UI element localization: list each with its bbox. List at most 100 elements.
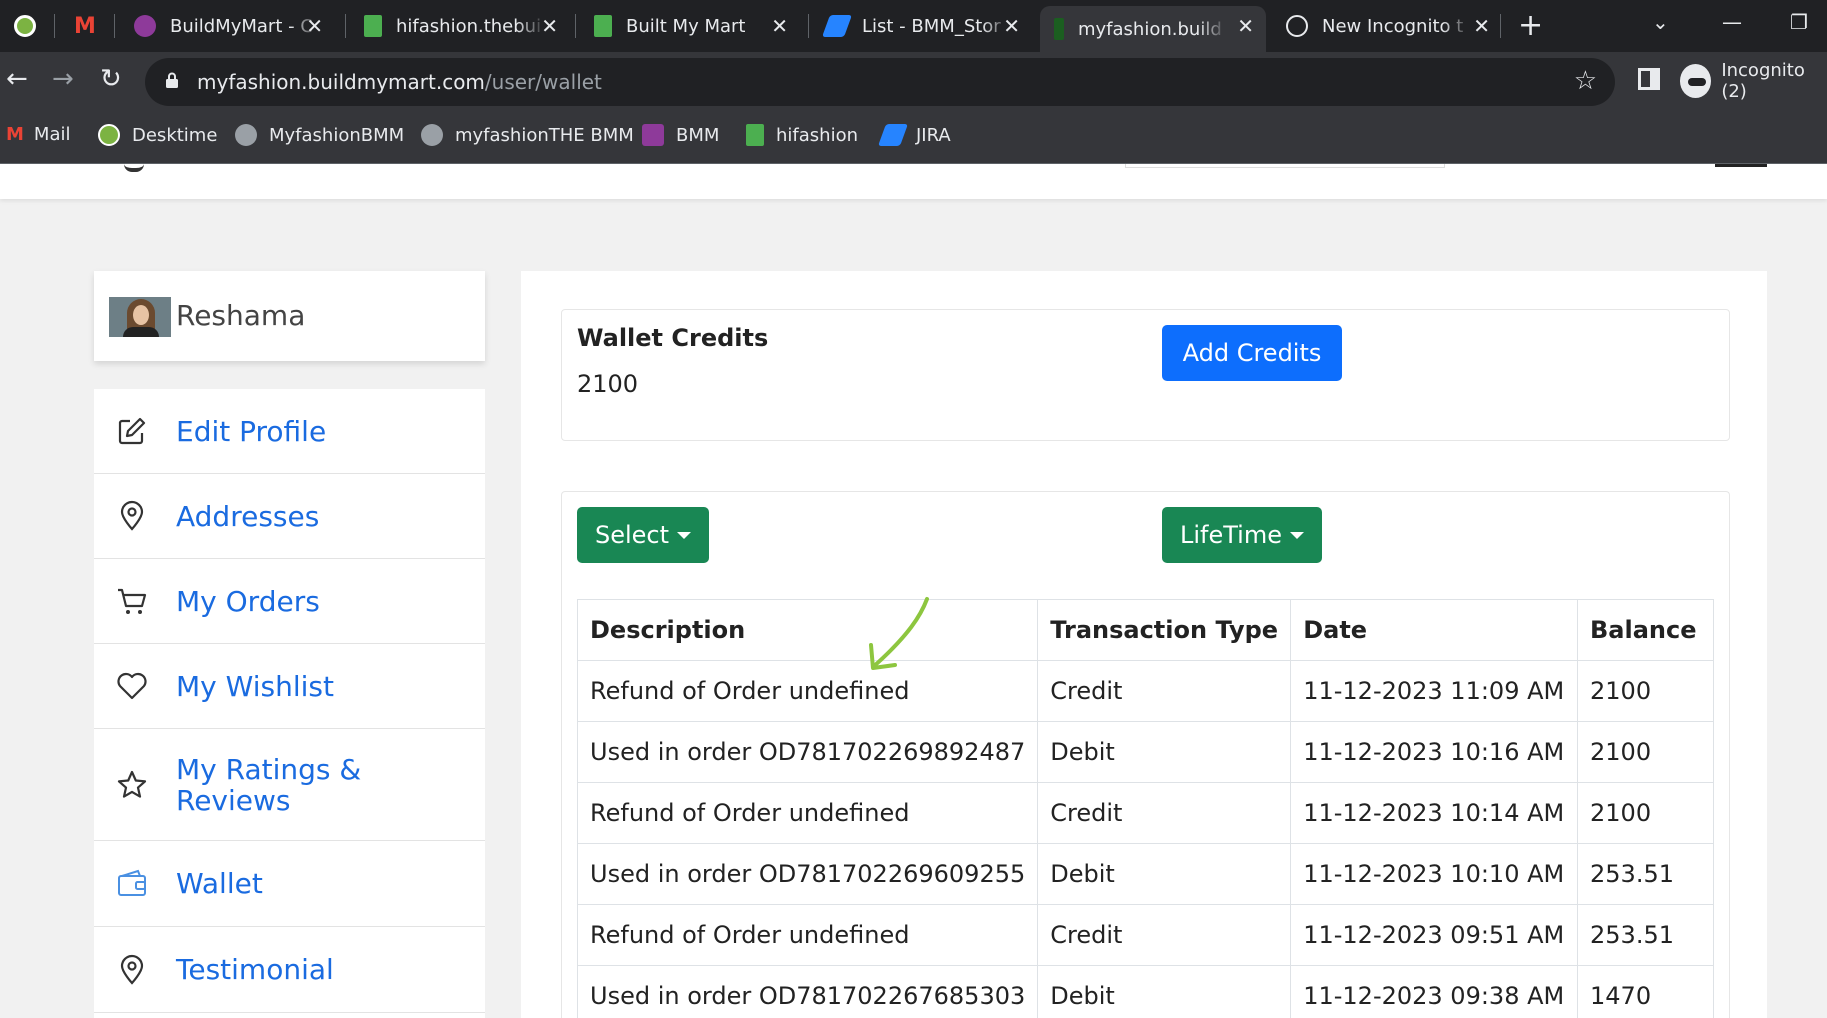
tab-separator bbox=[575, 14, 576, 38]
tab-built-my-mart[interactable]: Built My Mart ✕ bbox=[580, 6, 800, 46]
tab-buildmymart[interactable]: BuildMyMart - C ✕ bbox=[120, 6, 335, 46]
bookmark-star-icon[interactable]: ☆ bbox=[1574, 66, 1597, 96]
profile-incognito-button[interactable]: Incognito (2) bbox=[1680, 58, 1827, 104]
avatar-body bbox=[123, 327, 159, 337]
bookmark-myfashionthe-bmm[interactable]: myfashionTHE BMM bbox=[421, 124, 634, 146]
globe-icon bbox=[235, 124, 257, 146]
url-path: /user/wallet bbox=[484, 70, 602, 94]
tab-hifashion[interactable]: hifashion.thebui ✕ bbox=[350, 6, 570, 46]
tab-separator bbox=[114, 14, 115, 38]
tab-search-chevron-icon[interactable]: ⌄ bbox=[1652, 10, 1669, 34]
close-tab-icon[interactable]: ✕ bbox=[771, 14, 788, 38]
table-row: Used in order OD781702269892487 Debit 11… bbox=[576, 721, 1714, 783]
cell-description: Used in order OD781702267685303 bbox=[576, 965, 1039, 1018]
back-arrow-icon[interactable]: ← bbox=[6, 64, 28, 94]
star-icon bbox=[117, 770, 147, 798]
cart-icon bbox=[118, 588, 147, 614]
add-credits-button[interactable]: Add Credits bbox=[1162, 325, 1342, 381]
bookmark-bmm[interactable]: BMM bbox=[642, 124, 719, 146]
avatar bbox=[109, 297, 171, 337]
table-header-row: Description Transaction Type Date Balanc… bbox=[576, 599, 1714, 661]
minimize-window-icon[interactable]: — bbox=[1722, 10, 1742, 34]
sidebar-item-edit-profile[interactable]: Edit Profile bbox=[94, 389, 485, 474]
avatar-face bbox=[133, 305, 149, 325]
tab-title: BuildMyMart - C bbox=[170, 15, 313, 37]
profile-label: Incognito (2) bbox=[1721, 60, 1805, 102]
address-bar[interactable]: myfashion.buildmymart.com/user/wallet ☆ bbox=[145, 58, 1615, 106]
site-search-input[interactable] bbox=[1125, 164, 1445, 168]
close-tab-icon[interactable]: ✕ bbox=[1003, 14, 1020, 38]
forward-arrow-icon[interactable]: → bbox=[52, 64, 74, 94]
sidebar-item-my-orders[interactable]: My Orders bbox=[94, 559, 485, 644]
cell-balance: 253.51 bbox=[1577, 843, 1714, 905]
sidebar-item-label: Addresses bbox=[176, 499, 320, 533]
wallet-credits-title: Wallet Credits bbox=[577, 324, 769, 352]
cell-description: Refund of Order undefined bbox=[576, 904, 1039, 966]
bookmark-desktime[interactable]: Desktime bbox=[98, 124, 217, 146]
page-viewport: Reshama Edit Profile Addresses My Orders bbox=[0, 164, 1827, 1018]
bookmarks-bar: M Mail Desktime MyfashionBMM myfashionTH… bbox=[0, 112, 1827, 164]
desktime-icon bbox=[98, 124, 120, 146]
cell-date: 11-12-2023 10:16 AM bbox=[1290, 721, 1579, 783]
sidebar-item-ratings-reviews[interactable]: My Ratings & Reviews bbox=[94, 729, 485, 841]
tab-title: List - BMM_Stor bbox=[862, 15, 1001, 37]
sidebar-item-testimonial[interactable]: Testimonial bbox=[94, 927, 485, 1013]
close-tab-icon[interactable]: ✕ bbox=[1473, 14, 1490, 38]
cell-type: Debit bbox=[1037, 721, 1292, 783]
table-row: Refund of Order undefined Credit 11-12-2… bbox=[576, 782, 1714, 844]
bookmark-label: BMM bbox=[676, 124, 720, 146]
cell-date: 11-12-2023 09:38 AM bbox=[1290, 965, 1579, 1018]
bookmark-label: Desktime bbox=[132, 124, 218, 146]
dropdown-label: LifeTime bbox=[1180, 521, 1282, 549]
hifashion-favicon-icon bbox=[594, 15, 612, 37]
cell-type: Credit bbox=[1037, 782, 1292, 844]
url-text[interactable]: myfashion.buildmymart.com/user/wallet bbox=[197, 70, 602, 94]
tab-separator bbox=[345, 14, 346, 38]
tab-pinned-gmail[interactable]: M bbox=[60, 6, 112, 46]
cell-type: Credit bbox=[1037, 660, 1292, 722]
cell-balance: 253.51 bbox=[1577, 904, 1714, 966]
sidebar-item-wallet[interactable]: Wallet bbox=[94, 841, 485, 927]
column-header: Balance bbox=[1577, 599, 1714, 661]
bookmark-myfashionbmm[interactable]: MyfashionBMM bbox=[235, 124, 404, 146]
bmm-icon bbox=[642, 124, 664, 146]
bookmark-hifashion[interactable]: hifashion bbox=[746, 124, 858, 146]
tab-new-incognito[interactable]: New Incognito t ✕ bbox=[1272, 6, 1502, 46]
tab-title: New Incognito t bbox=[1322, 15, 1464, 37]
side-panel-icon[interactable] bbox=[1638, 68, 1660, 90]
bookmark-label: Mail bbox=[33, 124, 71, 145]
tab-jira-list[interactable]: List - BMM_Stor ✕ bbox=[812, 6, 1032, 46]
account-sidebar-menu: Edit Profile Addresses My Orders My Wish… bbox=[94, 389, 485, 1018]
annotation-arrow-icon bbox=[869, 597, 929, 670]
sidebar-item-addresses[interactable]: Addresses bbox=[94, 474, 485, 559]
gmail-icon: M bbox=[6, 124, 24, 145]
bookmark-jira[interactable]: JIRA bbox=[877, 124, 951, 146]
url-host: myfashion.buildmymart.com bbox=[197, 70, 485, 94]
site-logo[interactable] bbox=[124, 164, 144, 172]
bookmark-mail[interactable]: M Mail bbox=[6, 124, 70, 145]
reload-icon[interactable]: ↻ bbox=[100, 64, 122, 94]
transactions-card: Select LifeTime Description Transaction … bbox=[561, 491, 1730, 1018]
close-tab-icon[interactable]: ✕ bbox=[306, 14, 323, 38]
wallet-content-panel: Wallet Credits 2100 Add Credits Select L… bbox=[521, 271, 1767, 1018]
table-row: Refund of Order undefined Credit 11-12-2… bbox=[576, 660, 1714, 722]
sidebar-item-label: My Wishlist bbox=[176, 669, 334, 703]
hifashion-icon bbox=[746, 124, 764, 146]
transaction-type-dropdown[interactable]: Select bbox=[577, 507, 710, 563]
close-tab-icon[interactable]: ✕ bbox=[1237, 14, 1254, 38]
buildmymart-favicon-icon bbox=[134, 15, 156, 37]
tab-myfashion-active[interactable]: myfashion.build ✕ bbox=[1040, 6, 1266, 52]
close-tab-icon[interactable]: ✕ bbox=[541, 14, 558, 38]
location-pin-icon bbox=[120, 500, 144, 531]
column-header: Description bbox=[576, 599, 1039, 661]
sidebar-item-my-wishlist[interactable]: My Wishlist bbox=[94, 644, 485, 729]
period-dropdown[interactable]: LifeTime bbox=[1162, 507, 1322, 563]
bookmark-label: myfashionTHE BMM bbox=[455, 124, 634, 146]
cell-description: Used in order OD781702269892487 bbox=[576, 721, 1039, 783]
cell-type: Debit bbox=[1037, 965, 1292, 1018]
new-tab-plus-icon[interactable]: + bbox=[1518, 8, 1543, 43]
header-menu-icon[interactable] bbox=[1715, 164, 1767, 167]
tab-pinned-desktime[interactable] bbox=[0, 6, 52, 46]
heart-icon bbox=[117, 672, 147, 700]
restore-window-icon[interactable]: ❐ bbox=[1790, 10, 1808, 34]
